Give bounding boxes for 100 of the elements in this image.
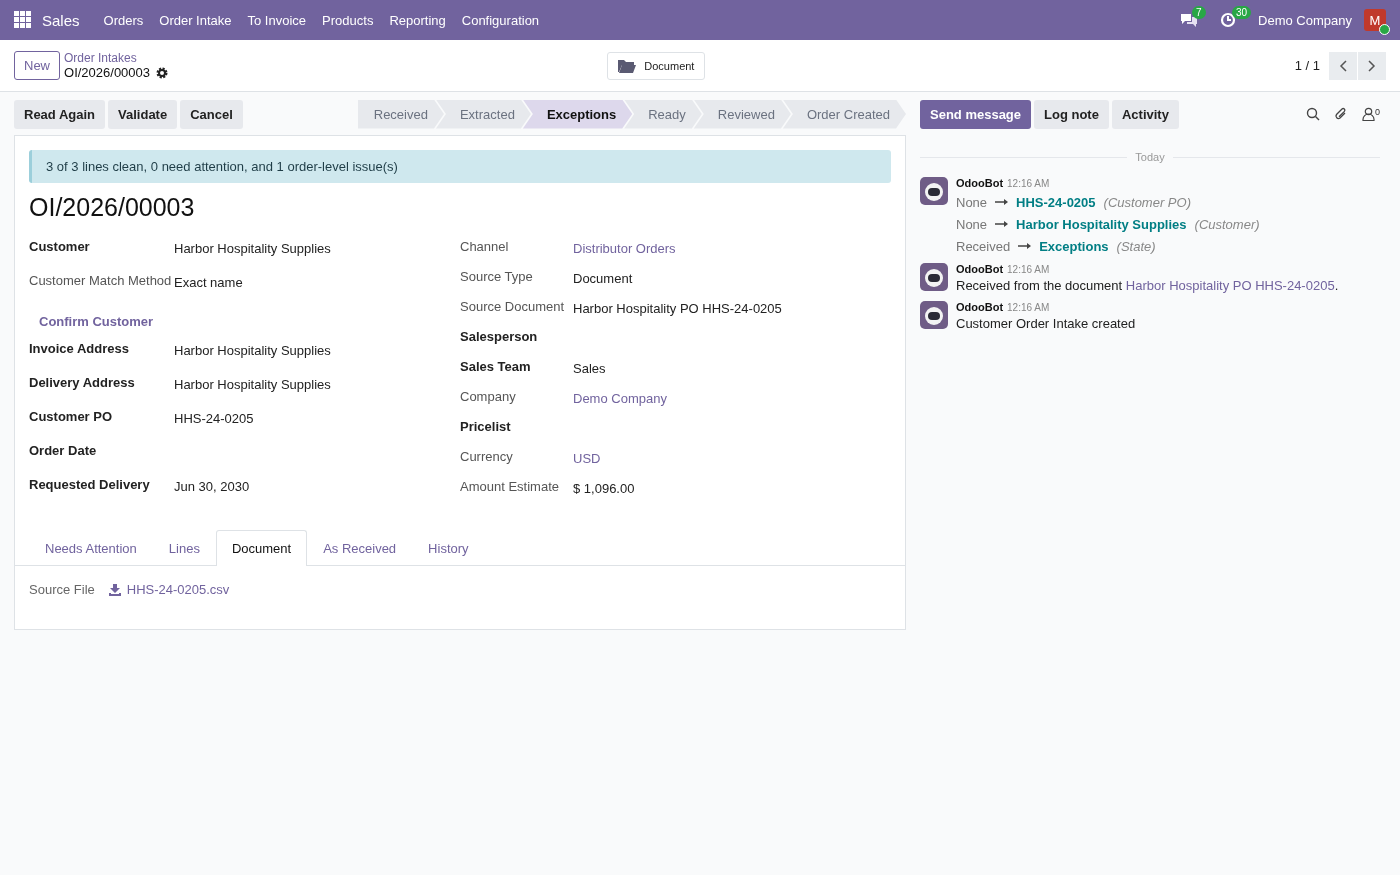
field-label: Amount Estimate (460, 478, 560, 496)
status-step[interactable]: Reviewed (693, 99, 791, 129)
apps-grid-icon[interactable] (14, 11, 32, 29)
app-name[interactable]: Sales (42, 11, 80, 29)
arrow-right-icon (1018, 243, 1032, 249)
document-link[interactable]: Harbor Hospitality PO HHS-24-0205 (1125, 278, 1335, 293)
message-body: Customer Order Intake created (956, 316, 1137, 331)
field-value: Document (573, 270, 634, 288)
chevron-right-icon (1368, 59, 1376, 72)
old-value: None (956, 216, 988, 232)
status-step[interactable]: Order Created (782, 99, 906, 129)
field-label: Delivery Address (29, 374, 136, 392)
gear-icon[interactable] (156, 66, 169, 79)
status-step[interactable]: Received (357, 99, 444, 129)
field-value: $ 1,096.00 (573, 480, 636, 498)
document-button[interactable]: Document (607, 51, 706, 80)
chevron-left-icon (1339, 59, 1347, 72)
file-download-link[interactable]: HHS-24-0205.csv (108, 582, 230, 597)
message-time: 12:16 AM (1007, 178, 1050, 189)
next-button[interactable] (1358, 51, 1386, 80)
message-author: OdooBot (956, 177, 1004, 189)
old-value: Received (956, 238, 1011, 254)
field-value: Sales (573, 360, 607, 378)
date-divider: Today (1135, 151, 1165, 163)
field-label: Invoice Address (29, 340, 130, 358)
field-label: Requested Delivery (29, 476, 151, 494)
folder-icon (618, 58, 637, 73)
breadcrumb-link[interactable]: Order Intakes (64, 51, 169, 65)
notebook-tab[interactable]: Needs Attention (29, 530, 153, 566)
clock-icon[interactable] (1220, 12, 1237, 28)
previous-button[interactable] (1329, 51, 1357, 80)
field-label: Customer PO (29, 408, 114, 426)
field-value: Exact name (174, 274, 244, 292)
action-button[interactable]: Validate (108, 99, 178, 129)
message-author: OdooBot (956, 263, 1004, 275)
new-value: Harbor Hospitality Supplies (1016, 216, 1187, 232)
search-icon[interactable] (1306, 107, 1320, 121)
field-label: Company (460, 388, 517, 406)
field-value: Harbor Hospitality PO HHS-24-0205 (573, 300, 783, 318)
field-value[interactable]: USD (573, 448, 891, 478)
menu-item[interactable]: Configuration (453, 12, 548, 28)
robot-avatar-icon (920, 177, 948, 205)
old-value: None (956, 194, 988, 210)
message-body: Received from the document Harbor Hospitality PO HHS-24-0205. (956, 278, 1340, 293)
info-alert: 3 of 3 lines clean, 0 need attention, and 1 order-level issue(s) (29, 150, 891, 183)
message-time: 12:16 AM (1007, 302, 1050, 313)
field-value: Harbor Hospitality Supplies (174, 342, 332, 360)
new-value: HHS-24-0205 (1016, 194, 1096, 210)
chatter-button[interactable]: Log note (1034, 99, 1109, 129)
field-value[interactable]: Demo Company (573, 388, 891, 418)
robot-avatar-icon (920, 301, 948, 329)
menu-item[interactable]: Products (314, 12, 382, 28)
field-name: (Customer) (1194, 216, 1260, 232)
menu-item[interactable]: Order Intake (151, 12, 240, 28)
field-label: Source File (29, 582, 95, 597)
menu-item[interactable]: To Invoice (239, 12, 315, 28)
action-button[interactable]: Cancel (180, 99, 243, 129)
notebook-tab[interactable]: History (412, 530, 485, 566)
company-switcher[interactable]: Demo Company (1258, 12, 1352, 28)
field-label: Order Date (29, 442, 98, 460)
field-label: Sales Team (460, 358, 532, 376)
status-step[interactable]: Ready (624, 99, 702, 129)
robot-avatar-icon (920, 263, 948, 291)
chatter-button[interactable]: Activity (1111, 99, 1179, 129)
field-label: Channel (460, 238, 510, 256)
confirm-customer-button[interactable]: Confirm Customer (29, 306, 164, 336)
message-count-badge: 7 (1192, 6, 1206, 19)
paperclip-icon[interactable] (1334, 106, 1348, 122)
field-value: Harbor Hospitality Supplies (174, 376, 332, 394)
status-step[interactable]: Exceptions (522, 99, 633, 129)
new-button[interactable]: New (14, 51, 60, 80)
field-label: Source Type (460, 268, 534, 286)
menu-item[interactable]: Orders (95, 12, 152, 28)
arrow-right-icon (995, 199, 1009, 205)
record-title: OI/2026/00003 (29, 193, 196, 222)
activity-count-badge: 30 (1232, 6, 1252, 19)
field-label: Currency (460, 448, 514, 466)
arrow-right-icon (995, 221, 1009, 227)
chatter-button[interactable]: Send message (920, 99, 1032, 129)
message-time: 12:16 AM (1007, 264, 1050, 275)
field-label: Customer (29, 238, 91, 256)
notebook-tab[interactable]: Lines (152, 530, 216, 566)
followers-button[interactable]: 0 (1362, 107, 1380, 121)
field-label: Customer Match Method (29, 272, 173, 290)
new-value: Exceptions (1039, 238, 1109, 254)
notebook-tab[interactable]: Document (215, 530, 308, 566)
field-value: HHS-24-0205 (174, 410, 255, 428)
record-name: OI/2026/00003 (64, 65, 151, 80)
status-step[interactable]: Extracted (435, 99, 531, 129)
menu-item[interactable]: Reporting (381, 12, 454, 28)
action-button[interactable]: Read Again (14, 99, 106, 129)
pager-value: 1 / 1 (1294, 58, 1320, 73)
field-name: (Customer PO) (1103, 194, 1191, 210)
field-value[interactable]: Distributor Orders (573, 238, 891, 268)
field-label: Pricelist (460, 418, 512, 436)
field-label: Salesperson (460, 328, 539, 346)
notebook-tab[interactable]: As Received (307, 530, 413, 566)
field-value: Jun 30, 2030 (174, 478, 251, 496)
download-icon (108, 583, 121, 596)
field-value: Harbor Hospitality Supplies (174, 240, 332, 258)
